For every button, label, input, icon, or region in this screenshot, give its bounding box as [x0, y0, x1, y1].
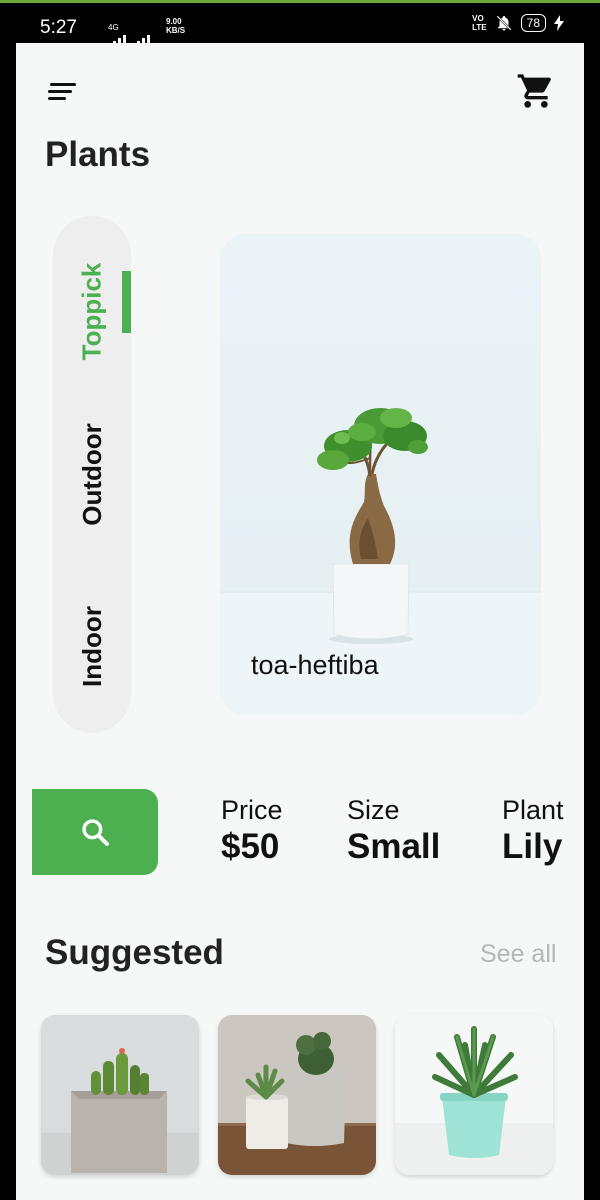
aloe-image: [395, 1015, 553, 1175]
cart-button[interactable]: [516, 71, 556, 111]
size-info: Size Small: [347, 795, 440, 867]
featured-caption: toa-heftiba: [251, 650, 379, 680]
tab-toppick[interactable]: Toppick: [53, 251, 131, 371]
network-speed: 9.00 KB/S: [166, 17, 186, 35]
tab-indoor[interactable]: Indoor: [53, 590, 131, 702]
charging-icon: [554, 15, 564, 31]
suggested-card-cactus[interactable]: [41, 1015, 199, 1175]
bell-muted-icon: [496, 15, 512, 31]
size-value: Small: [347, 827, 441, 866]
app-screen: Plants Toppick Outdoor Indoor toa-heftib…: [16, 43, 584, 1200]
bonsai-image: [220, 234, 541, 715]
suggested-card-succulents[interactable]: [218, 1015, 376, 1175]
cactus-image: [41, 1015, 199, 1175]
plant-value: Lily: [502, 827, 563, 866]
price-info: Price $50: [221, 795, 283, 867]
status-bar: 5:27 4G 9.00 KB/S VO LTE 78: [16, 3, 584, 49]
tab-label: Toppick: [76, 262, 107, 360]
page-title: Plants: [45, 135, 151, 174]
network-type: 4G: [108, 23, 119, 32]
volte-icon: VO LTE: [472, 14, 487, 32]
featured-plant-card[interactable]: toa-heftiba: [220, 234, 541, 715]
category-tabs: Toppick Outdoor Indoor: [53, 216, 131, 733]
suggested-card-aloe[interactable]: [395, 1015, 553, 1175]
menu-icon: [50, 83, 76, 86]
suggested-title: Suggested: [45, 933, 224, 972]
size-label: Size: [347, 795, 400, 825]
menu-button[interactable]: [46, 81, 78, 105]
status-time: 5:27: [40, 17, 77, 38]
search-icon: [82, 819, 109, 846]
tab-label: Outdoor: [76, 422, 107, 526]
price-label: Price: [221, 795, 283, 825]
tab-label: Indoor: [76, 605, 107, 687]
tab-outdoor[interactable]: Outdoor: [53, 414, 131, 534]
battery-icon: 78: [520, 14, 546, 32]
see-all-link[interactable]: See all: [480, 940, 556, 969]
cart-icon: [517, 74, 551, 108]
succulents-image: [218, 1015, 376, 1175]
active-tab-indicator: [122, 271, 131, 333]
price-value: $50: [221, 827, 280, 866]
plant-info: Plant Lily: [502, 795, 564, 867]
search-button[interactable]: [32, 789, 158, 875]
plant-label: Plant: [502, 795, 564, 825]
